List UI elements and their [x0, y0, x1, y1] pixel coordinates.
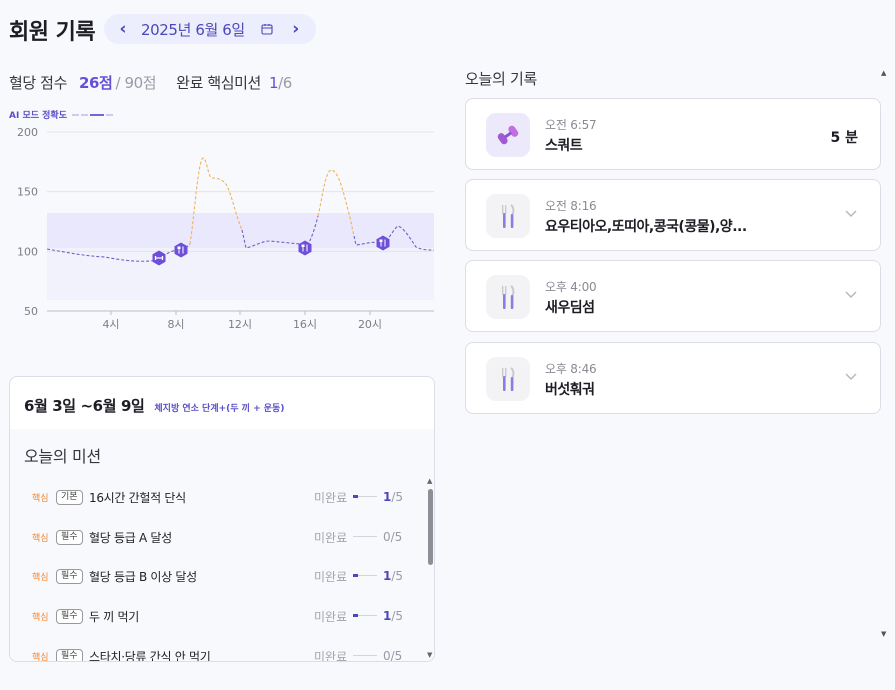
mission-progress: 0/5: [383, 530, 403, 544]
week-header: 6월 3일 ~6월 9일 체지방 연소 단계+(두 끼 + 운동): [24, 395, 284, 416]
mission-tag: 핵심: [32, 493, 49, 504]
dumbbell-icon: [486, 113, 530, 157]
mission-progress-bar: [353, 614, 377, 617]
mission-item[interactable]: 핵심 필수 혈당 등급 B 이상 달성 미완료 1/5: [10, 564, 420, 588]
utensils-icon: [486, 357, 530, 401]
mission-badge: 필수: [56, 529, 83, 545]
mission-progress: 1/5: [383, 609, 404, 623]
utensils-icon: [486, 275, 530, 319]
record-duration: 5 분: [830, 130, 859, 146]
mission-section: 오늘의 미션 핵심 기본 16시간 간헐적 단식 미완료 1/5 핵심 필수 혈당 등급 A …: [10, 429, 434, 661]
mission-item[interactable]: 핵심 기본 16시간 간헐적 단식 미완료 1/5: [10, 485, 420, 509]
mission-progress: 1/5: [383, 569, 404, 583]
y-tick-label: 50: [24, 305, 38, 318]
missions-title: 오늘의 미션: [24, 447, 101, 466]
next-date-button[interactable]: ›: [289, 19, 303, 39]
score-summary: 혈당 점수 26점 / 90점 완료 핵심미션 1 /6: [9, 72, 292, 93]
records-title: 오늘의 기록: [465, 70, 537, 88]
x-tick-label: 20시: [358, 318, 382, 331]
mission-item[interactable]: 핵심 필수 혈당 등급 A 달성 미완료 0/5: [10, 525, 420, 549]
scrollbar-thumb[interactable]: [428, 489, 433, 565]
glucose-chart: 200 150 100 50 4시 8시 12시 16시 20시: [17, 126, 435, 331]
chevron-down-icon[interactable]: [844, 287, 858, 301]
current-date[interactable]: 2025년 6월 6일: [141, 19, 245, 40]
mission-badge: 필수: [56, 568, 83, 584]
record-name: 버섯훠궈: [545, 382, 595, 398]
mission-item[interactable]: 핵심 필수 스타치·당류 간식 안 먹기 미완료 0/5: [10, 644, 420, 662]
record-name: 새우딤섬: [545, 300, 595, 316]
mission-name: 혈당 등급 B 이상 달성: [89, 569, 197, 584]
x-tick-label: 4시: [102, 318, 119, 331]
week-missions-card: 6월 3일 ~6월 9일 체지방 연소 단계+(두 끼 + 운동) 오늘의 미션…: [9, 376, 435, 662]
y-tick-label: 200: [17, 126, 38, 139]
record-name: 스쿼트: [545, 138, 583, 154]
week-stage: 체지방 연소 단계+(두 끼 + 운동): [154, 404, 285, 414]
glucose-score-value: 26점: [78, 74, 113, 92]
record-time: 오후 8:46: [545, 362, 597, 376]
core-missions-label: 완료 핵심미션: [176, 74, 261, 92]
core-missions-done: 1: [268, 74, 279, 92]
x-tick-label: 12시: [228, 318, 252, 331]
mission-progress-bar: [353, 574, 377, 577]
mission-status: 미완료: [314, 609, 348, 624]
utensils-icon: [486, 194, 530, 238]
mission-tag: 핵심: [32, 533, 49, 544]
mission-tag: 핵심: [32, 652, 49, 662]
record-name: 요우티아오,또띠아,콩국(콩물),양...: [545, 219, 747, 235]
glucose-score-max: / 90점: [115, 74, 157, 92]
mission-progress-bar: [353, 536, 377, 537]
mission-scrollbar[interactable]: ▲ ▼: [427, 477, 433, 659]
mission-badge: 필수: [56, 608, 83, 624]
mission-item[interactable]: 핵심 필수 두 끼 먹기 미완료 1/5: [10, 604, 420, 628]
record-card[interactable]: 오후 4:00 새우딤섬: [465, 260, 881, 332]
page-title: 회원 기록: [9, 20, 96, 45]
mission-name: 스타치·당류 간식 안 먹기: [89, 649, 211, 662]
page-scroll-down-icon[interactable]: ▼: [881, 630, 886, 638]
lower-band: [47, 248, 434, 300]
target-range-band: [47, 213, 434, 248]
mission-name: 혈당 등급 A 달성: [89, 530, 172, 545]
week-range: 6월 3일 ~6월 9일: [24, 397, 145, 415]
mission-name: 16시간 간헐적 단식: [89, 490, 186, 505]
mission-name: 두 끼 먹기: [89, 609, 139, 624]
page-scroll-up-icon[interactable]: ▲: [881, 69, 886, 77]
mission-status: 미완료: [314, 490, 348, 505]
chevron-down-icon[interactable]: [844, 206, 858, 220]
mission-progress-bar: [353, 655, 377, 656]
x-tick-label: 8시: [167, 318, 184, 331]
mission-status: 미완료: [314, 530, 348, 545]
record-time: 오전 8:16: [545, 199, 597, 213]
record-time: 오후 4:00: [545, 280, 597, 294]
scroll-down-arrow-icon[interactable]: ▼: [427, 651, 432, 659]
chevron-down-icon[interactable]: [844, 369, 858, 383]
record-time: 오전 6:57: [545, 118, 597, 132]
y-tick-label: 150: [17, 186, 38, 199]
mission-status: 미완료: [314, 569, 348, 584]
mission-status: 미완료: [314, 649, 348, 662]
y-tick-label: 100: [17, 245, 38, 258]
mission-progress: 1/5: [383, 490, 404, 504]
core-missions-total: /6: [278, 74, 292, 92]
record-card[interactable]: 오전 8:16 요우티아오,또띠아,콩국(콩물),양...: [465, 179, 881, 251]
x-tick-label: 16시: [293, 318, 317, 331]
scroll-up-arrow-icon[interactable]: ▲: [427, 477, 432, 485]
record-card[interactable]: 오전 6:57 스쿼트 5 분: [465, 98, 881, 170]
record-card[interactable]: 오후 8:46 버섯훠궈: [465, 342, 881, 414]
calendar-icon[interactable]: [261, 23, 273, 35]
date-navigator: ‹ 2025년 6월 6일 ›: [104, 14, 316, 44]
accuracy-indicator: [71, 113, 113, 116]
prev-date-button[interactable]: ‹: [116, 19, 130, 39]
mission-badge: 기본: [56, 489, 83, 505]
mission-badge: 필수: [56, 648, 83, 661]
mission-tag: 핵심: [32, 612, 49, 623]
mission-progress: 0/5: [383, 649, 403, 662]
mission-tag: 핵심: [32, 572, 49, 583]
mission-progress-bar: [353, 495, 377, 498]
glucose-score-label: 혈당 점수: [9, 74, 67, 92]
